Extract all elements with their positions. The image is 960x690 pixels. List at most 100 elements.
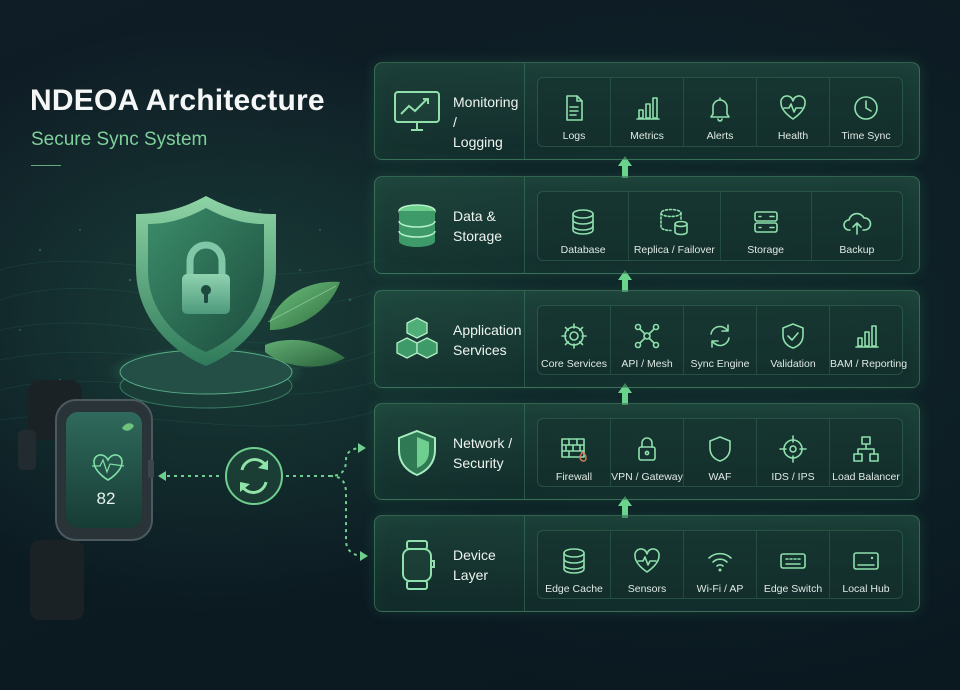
component-ids-ips[interactable]: IDS / IPS [756, 419, 829, 486]
layer-title-line: Layer [453, 566, 489, 583]
layer-title: Device Layer [453, 545, 525, 585]
replica-database-icon [658, 206, 690, 238]
component-api-mesh[interactable]: API / Mesh [610, 306, 683, 374]
component-wi-fi-ap[interactable]: Wi-Fi / AP [683, 531, 756, 598]
component-storage[interactable]: Storage [719, 192, 811, 260]
component-label: IDS / IPS [771, 471, 815, 483]
component-alerts[interactable]: Alerts [683, 78, 756, 146]
component-vpn-gateway[interactable]: VPN / Gateway [610, 419, 683, 486]
bar-chart-icon [631, 92, 663, 124]
component-label: Metrics [630, 130, 664, 142]
component-logs[interactable]: Logs [538, 78, 610, 146]
gear-icon [558, 320, 590, 352]
component-bam-reporting[interactable]: BAM / Reporting [829, 306, 908, 374]
crosshair-icon [777, 433, 809, 465]
layer-title-line: Data & [453, 208, 496, 224]
database-icon [558, 545, 590, 577]
bar-chart-icon [850, 320, 882, 352]
sync-circle-icon [225, 447, 283, 505]
cubes-icon [391, 314, 443, 366]
component-time-sync[interactable]: Time Sync [829, 78, 902, 146]
layer-title-line: Logging [453, 134, 503, 150]
layer-components: Firewall VPN / Gateway WAF IDS / IPS Load Ba… [537, 418, 903, 487]
component-label: Alerts [706, 130, 734, 142]
layer-network-security[interactable]: Network / Security Firewall VPN / Gateway WA… [374, 403, 920, 500]
component-edge-switch[interactable]: Edge Switch [756, 531, 829, 598]
hierarchy-icon [850, 433, 882, 465]
component-label: Edge Switch [763, 583, 823, 595]
component-backup[interactable]: Backup [810, 192, 902, 260]
heartbeat-icon [777, 92, 809, 124]
component-load-balancer[interactable]: Load Balancer [829, 419, 902, 486]
component-metrics[interactable]: Metrics [610, 78, 683, 146]
component-label: Core Services [541, 358, 607, 370]
database-icon [391, 200, 443, 252]
server-storage-icon [750, 206, 782, 238]
lock-icon [631, 433, 663, 465]
monitor-chart-icon [391, 86, 443, 138]
layer-components: Core Services API / Mesh Sync Engine Valida… [537, 305, 908, 375]
layer-device-layer[interactable]: Device Layer Edge Cache Sensors Wi-Fi / AP Ed… [374, 515, 920, 612]
component-label: WAF [708, 471, 732, 483]
component-label: Sync Engine [690, 358, 750, 370]
component-sync-engine[interactable]: Sync Engine [683, 306, 756, 374]
shield-icon [391, 427, 443, 479]
layer-components: Logs Metrics Alerts Health Time Sync [537, 77, 903, 147]
sync-icon [704, 320, 736, 352]
layer-header: Device Layer [375, 516, 525, 611]
layer-title: Network / Security [453, 433, 525, 473]
component-label: BAM / Reporting [830, 358, 908, 370]
component-label: Validation [770, 358, 816, 370]
layer-application-services[interactable]: Application Services Core Services API / Me… [374, 290, 920, 388]
watch-reading: 82 [97, 489, 116, 508]
component-firewall[interactable]: Firewall [538, 419, 610, 486]
layer-title-line: Services [453, 342, 507, 358]
wifi-icon [704, 545, 736, 577]
component-label: Health [777, 130, 809, 142]
layer-header: Data & Storage [375, 177, 525, 273]
component-waf[interactable]: WAF [683, 419, 756, 486]
shield-check-icon [777, 320, 809, 352]
layer-title: Data & Storage [453, 206, 525, 246]
layer-data-storage[interactable]: Data & Storage Database Replica / Failover S… [374, 176, 920, 274]
layer-components: Database Replica / Failover Storage Backup [537, 191, 903, 261]
layer-header: Network / Security [375, 404, 525, 499]
cloud-upload-icon [841, 206, 873, 238]
component-local-hub[interactable]: Local Hub [829, 531, 902, 598]
mesh-network-icon [631, 320, 663, 352]
layer-header: Monitoring / Logging [375, 63, 525, 159]
layer-title-line: Storage [453, 228, 503, 244]
switch-icon [777, 545, 809, 577]
component-edge-cache[interactable]: Edge Cache [538, 531, 610, 598]
component-label: Storage [747, 244, 785, 256]
component-label: Time Sync [841, 130, 891, 142]
database-icon [567, 206, 599, 238]
component-label: Edge Cache [545, 583, 603, 595]
layer-title: Monitoring / Logging [453, 92, 525, 152]
component-label: Replica / Failover [633, 244, 715, 256]
component-label: Load Balancer [832, 471, 900, 483]
component-validation[interactable]: Validation [756, 306, 829, 374]
document-icon [558, 92, 590, 124]
component-label: Local Hub [842, 583, 890, 595]
component-label: VPN / Gateway [611, 471, 683, 483]
shield-lock-icon [136, 196, 276, 366]
clock-icon [850, 92, 882, 124]
layer-title-line: Device [453, 546, 496, 563]
layer-components: Edge Cache Sensors Wi-Fi / AP Edge Switch Lo… [537, 530, 903, 599]
layer-title-line: Monitoring / [453, 94, 519, 130]
component-health[interactable]: Health [756, 78, 829, 146]
component-label: Logs [562, 130, 586, 142]
shield-outline-icon [704, 433, 736, 465]
smartwatch-illustration [18, 380, 154, 620]
leaf-decoration [265, 281, 345, 367]
component-label: Firewall [555, 471, 593, 483]
component-label: API / Mesh [621, 358, 673, 370]
component-label: Sensors [627, 583, 667, 595]
component-core-services[interactable]: Core Services [538, 306, 610, 374]
component-sensors[interactable]: Sensors [610, 531, 683, 598]
firewall-icon [558, 433, 590, 465]
component-database[interactable]: Database [538, 192, 628, 260]
component-replica-failover[interactable]: Replica / Failover [628, 192, 719, 260]
layer-monitoring-logging[interactable]: Monitoring / Logging Logs Metrics Alerts Heal… [374, 62, 920, 160]
